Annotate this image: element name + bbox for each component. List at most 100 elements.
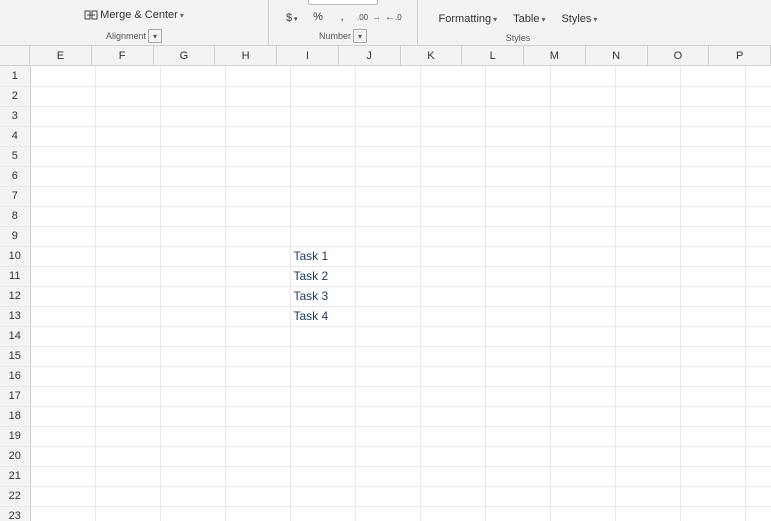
grid-cell[interactable] — [550, 426, 615, 446]
grid-cell[interactable] — [355, 66, 420, 86]
grid-cell[interactable] — [30, 66, 95, 86]
grid-cell[interactable] — [745, 326, 771, 346]
grid-cell[interactable] — [30, 486, 95, 506]
grid-cell[interactable] — [225, 106, 290, 126]
grid-cell[interactable] — [485, 426, 550, 446]
grid-cell[interactable] — [30, 406, 95, 426]
grid-cell[interactable] — [550, 126, 615, 146]
col-header-M[interactable]: M — [524, 46, 586, 65]
grid-cell[interactable] — [95, 286, 160, 306]
grid-cell[interactable] — [485, 186, 550, 206]
grid-cell[interactable] — [95, 386, 160, 406]
grid-cell[interactable] — [420, 446, 485, 466]
grid-cell[interactable] — [745, 346, 771, 366]
conditional-formatting-btn[interactable]: Formatting ▾ — [432, 8, 505, 30]
grid-cell[interactable] — [30, 186, 95, 206]
grid-cell[interactable] — [290, 86, 355, 106]
grid-cell[interactable] — [420, 286, 485, 306]
grid-cell[interactable] — [30, 226, 95, 246]
grid-cell[interactable] — [355, 246, 420, 266]
grid-cell[interactable] — [745, 286, 771, 306]
grid-cell[interactable] — [95, 146, 160, 166]
grid-cell[interactable] — [95, 426, 160, 446]
grid-cell[interactable] — [160, 66, 225, 86]
grid-cell[interactable] — [420, 106, 485, 126]
grid-cell[interactable] — [95, 486, 160, 506]
grid-cell[interactable] — [420, 166, 485, 186]
grid-cell[interactable] — [225, 486, 290, 506]
grid-cell[interactable] — [745, 86, 771, 106]
grid-cell[interactable] — [485, 106, 550, 126]
grid-cell[interactable] — [550, 146, 615, 166]
grid-cell[interactable] — [95, 126, 160, 146]
grid-cell[interactable] — [615, 306, 680, 326]
grid-cell[interactable] — [420, 426, 485, 446]
alignment-expand-btn[interactable]: ▾ — [148, 29, 162, 43]
grid-cell[interactable] — [95, 446, 160, 466]
grid-cell[interactable] — [225, 406, 290, 426]
grid-cell[interactable] — [160, 386, 225, 406]
grid-cell[interactable] — [95, 206, 160, 226]
grid-cell[interactable] — [485, 346, 550, 366]
grid-cell[interactable] — [680, 486, 745, 506]
grid-cell[interactable] — [615, 66, 680, 86]
grid-cell[interactable] — [485, 266, 550, 286]
grid-cell[interactable] — [485, 146, 550, 166]
col-header-L[interactable]: L — [462, 46, 524, 65]
grid-cell[interactable] — [30, 466, 95, 486]
grid-cell[interactable] — [550, 386, 615, 406]
grid-cell[interactable] — [550, 246, 615, 266]
grid-cell[interactable] — [550, 266, 615, 286]
grid-cell[interactable] — [550, 326, 615, 346]
col-header-O[interactable]: O — [648, 46, 710, 65]
grid-cell[interactable] — [160, 206, 225, 226]
col-header-E[interactable]: E — [30, 46, 92, 65]
grid-cell[interactable] — [615, 106, 680, 126]
grid-cell[interactable] — [615, 206, 680, 226]
grid-cell[interactable] — [550, 66, 615, 86]
grid-cell[interactable] — [485, 66, 550, 86]
grid-cell[interactable] — [95, 86, 160, 106]
grid-cell[interactable] — [30, 366, 95, 386]
grid-cell[interactable] — [485, 506, 550, 521]
col-header-G[interactable]: G — [154, 46, 216, 65]
grid-cell[interactable] — [30, 446, 95, 466]
grid-cell[interactable] — [355, 306, 420, 326]
align-middle-btn[interactable] — [32, 0, 54, 1]
grid-cell[interactable] — [95, 266, 160, 286]
task-cell[interactable]: Task 1 — [290, 246, 355, 266]
grid-cell[interactable] — [420, 206, 485, 226]
grid-cell[interactable] — [355, 286, 420, 306]
task-cell[interactable]: Task 3 — [290, 286, 355, 306]
grid-cell[interactable] — [680, 126, 745, 146]
currency-btn[interactable]: $▾ — [277, 8, 305, 26]
grid-cell[interactable] — [485, 306, 550, 326]
grid-cell[interactable] — [420, 246, 485, 266]
grid-cell[interactable] — [745, 446, 771, 466]
grid-cell[interactable] — [225, 366, 290, 386]
grid-cell[interactable] — [95, 406, 160, 426]
comma-btn[interactable]: , — [331, 8, 353, 26]
grid-cell[interactable] — [95, 326, 160, 346]
grid-cell[interactable] — [745, 406, 771, 426]
align-bottom-btn[interactable] — [56, 0, 78, 1]
grid-cell[interactable] — [225, 326, 290, 346]
grid-cell[interactable] — [355, 326, 420, 346]
grid-cell[interactable] — [30, 86, 95, 106]
increase-decimal-btn[interactable]: .00→ — [355, 8, 381, 26]
col-header-J[interactable]: J — [339, 46, 401, 65]
grid-cell[interactable] — [420, 366, 485, 386]
grid-cell[interactable] — [745, 126, 771, 146]
grid-cell[interactable] — [485, 226, 550, 246]
grid-cell[interactable] — [30, 286, 95, 306]
grid-cell[interactable] — [225, 446, 290, 466]
grid-cell[interactable] — [290, 106, 355, 126]
grid-cell[interactable] — [290, 186, 355, 206]
grid-cell[interactable] — [680, 326, 745, 346]
decrease-decimal-btn[interactable]: ←.0 — [383, 8, 409, 26]
grid-cell[interactable] — [355, 206, 420, 226]
grid-cell[interactable] — [680, 306, 745, 326]
grid-cell[interactable] — [420, 466, 485, 486]
grid-cell[interactable] — [290, 366, 355, 386]
grid-cell[interactable] — [225, 466, 290, 486]
